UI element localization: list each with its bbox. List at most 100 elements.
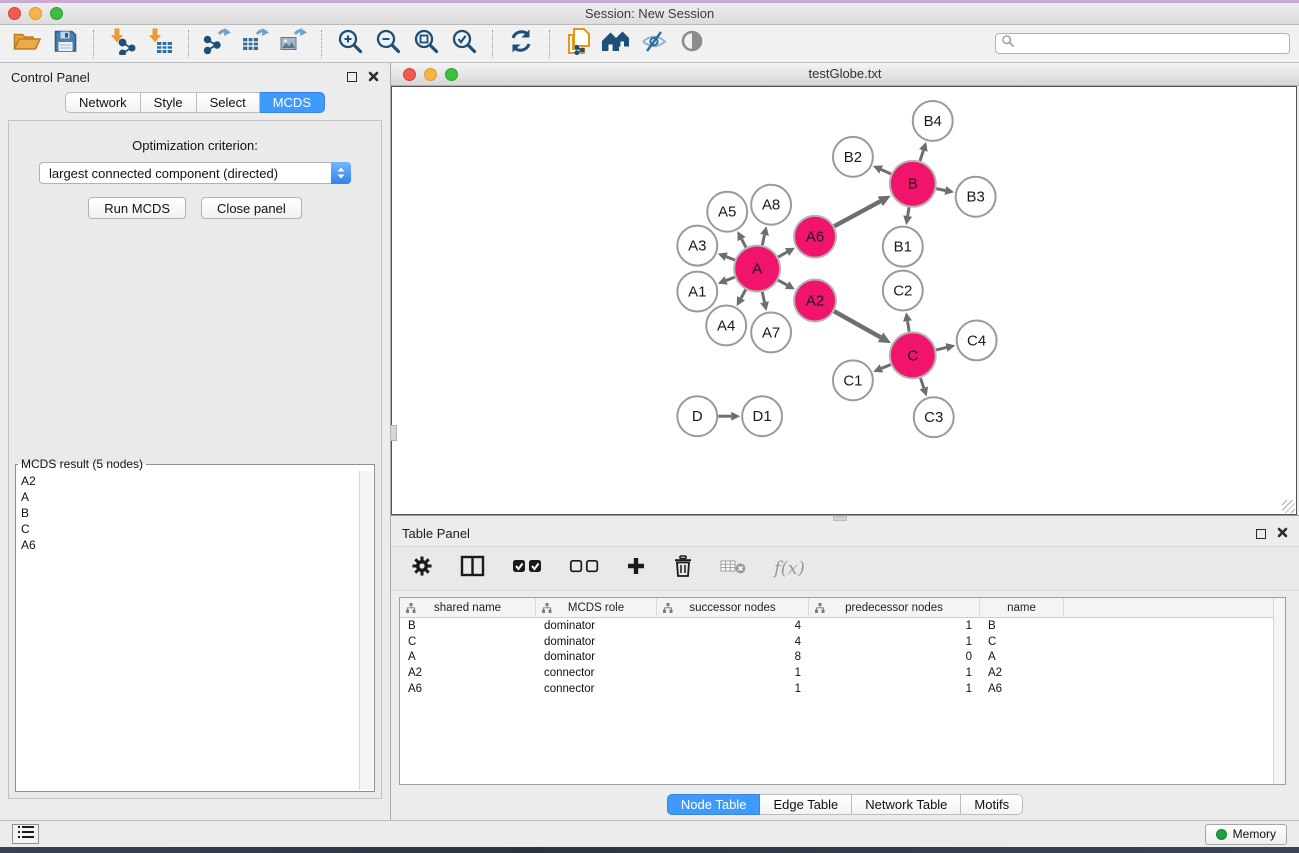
network-close-button[interactable] [403, 68, 416, 81]
table-tab-edge-table[interactable]: Edge Table [760, 794, 852, 815]
edge-B-B1[interactable] [908, 207, 909, 216]
zoom-window-button[interactable] [50, 7, 63, 20]
zoom-in-button[interactable] [331, 28, 369, 59]
edge-C-C4[interactable] [936, 347, 946, 349]
tab-select[interactable]: Select [197, 92, 260, 113]
table-row[interactable]: A2connector11A2 [400, 665, 1273, 681]
edge-A-A3[interactable] [726, 257, 735, 260]
network-zoom-button[interactable] [445, 68, 458, 81]
table-cell[interactable]: A [980, 651, 1064, 663]
unselect-all-button[interactable] [569, 558, 599, 579]
delete-row-button[interactable] [673, 555, 693, 583]
table-row[interactable]: Cdominator41C [400, 634, 1273, 650]
table-tab-motifs[interactable]: Motifs [961, 794, 1023, 815]
mcds-result-item[interactable]: A6 [21, 537, 354, 553]
edge-B-B2[interactable] [881, 170, 891, 174]
mcds-result-item[interactable]: A2 [21, 473, 354, 489]
zoom-selected-button[interactable] [445, 28, 483, 59]
table-row[interactable]: Bdominator41B [400, 618, 1273, 634]
table-cell[interactable]: 8 [657, 651, 809, 663]
close-panel-button[interactable]: Close panel [201, 197, 302, 219]
mcds-result-item[interactable]: A [21, 489, 354, 505]
table-cell[interactable]: dominator [536, 636, 657, 648]
table-cell[interactable]: A6 [980, 683, 1064, 695]
zoom-out-button[interactable] [369, 28, 407, 59]
export-network-button[interactable] [198, 28, 236, 59]
edge-A-A4[interactable] [741, 290, 746, 299]
criterion-select[interactable]: largest connected component (directed) [39, 162, 351, 184]
edge-A-A8[interactable] [762, 235, 764, 245]
import-network-button[interactable] [103, 28, 141, 59]
close-window-button[interactable] [8, 7, 21, 20]
home-network-button[interactable] [597, 28, 635, 59]
edge-C-C2[interactable] [908, 321, 910, 332]
close-panel-icon[interactable] [368, 70, 379, 85]
table-cell[interactable]: 4 [657, 636, 809, 648]
table-cell[interactable]: 1 [657, 667, 809, 679]
edge-A6-B[interactable] [834, 201, 880, 226]
edge-B-B3[interactable] [936, 189, 945, 191]
network-canvas[interactable]: B4B2BB3A8A5A6B1A3AA1C2A2A4A7C4CC1C3DD1 [391, 86, 1297, 515]
columns-button[interactable] [460, 555, 485, 582]
export-image-button[interactable] [274, 28, 312, 59]
window-resize-grip[interactable] [1282, 500, 1295, 513]
show-panels-button[interactable] [12, 824, 39, 844]
column-header-successor-nodes[interactable]: successor nodes [657, 598, 809, 617]
network-graph[interactable]: B4B2BB3A8A5A6B1A3AA1C2A2A4A7C4CC1C3DD1 [392, 87, 1296, 514]
mcds-result-item[interactable]: B [21, 505, 354, 521]
hide-details-button[interactable] [635, 28, 673, 59]
birds-eye-button[interactable] [673, 28, 711, 59]
column-header-MCDS-role[interactable]: MCDS role [536, 598, 657, 617]
column-header-name[interactable]: name [980, 598, 1064, 617]
table-cell[interactable]: 1 [809, 683, 980, 695]
table-cell[interactable]: C [400, 636, 536, 648]
table-row[interactable]: A6connector11A6 [400, 681, 1273, 697]
column-header-predecessor-nodes[interactable]: predecessor nodes [809, 598, 980, 617]
edge-A-A1[interactable] [726, 277, 735, 280]
table-row[interactable]: Adominator80A [400, 650, 1273, 666]
close-table-panel-icon[interactable] [1277, 526, 1288, 541]
mcds-result-scrollbar[interactable] [359, 471, 373, 790]
edge-C-C1[interactable] [881, 365, 890, 369]
gear-button[interactable] [411, 555, 433, 582]
edge-A-A2[interactable] [778, 280, 787, 285]
table-scrollbar[interactable] [1273, 598, 1285, 784]
minimize-window-button[interactable] [29, 7, 42, 20]
table-cell[interactable]: 4 [657, 620, 809, 632]
table-cell[interactable]: A6 [400, 683, 536, 695]
table-cell[interactable]: dominator [536, 620, 657, 632]
table-cell[interactable]: A [400, 651, 536, 663]
session-doc-button[interactable] [559, 28, 597, 59]
table-cell[interactable]: connector [536, 683, 657, 695]
tab-style[interactable]: Style [141, 92, 197, 113]
table-cell[interactable]: 1 [809, 620, 980, 632]
save-button[interactable] [46, 28, 84, 59]
refresh-button[interactable] [502, 28, 540, 59]
zoom-fit-button[interactable] [407, 28, 445, 59]
table-cell[interactable]: 1 [809, 636, 980, 648]
memory-button[interactable]: Memory [1205, 824, 1287, 845]
column-header-shared-name[interactable]: shared name [400, 598, 536, 617]
edge-A-A6[interactable] [778, 252, 787, 257]
network-minimize-button[interactable] [424, 68, 437, 81]
table-cell[interactable]: dominator [536, 651, 657, 663]
table-cell[interactable]: 1 [809, 667, 980, 679]
mcds-result-item[interactable]: C [21, 521, 354, 537]
export-table-button[interactable] [236, 28, 274, 59]
table-cell[interactable]: C [980, 636, 1064, 648]
vertical-splitter-handle[interactable] [390, 425, 397, 441]
edge-A2-C[interactable] [834, 311, 880, 337]
edge-B-B4[interactable] [920, 150, 923, 161]
search-input[interactable] [1015, 37, 1289, 51]
table-tab-node-table[interactable]: Node Table [667, 794, 761, 815]
table-cell[interactable]: 0 [809, 651, 980, 663]
table-cell[interactable]: B [400, 620, 536, 632]
open-folder-button[interactable] [8, 28, 46, 59]
add-row-button[interactable] [626, 556, 646, 581]
edge-A-A7[interactable] [762, 292, 764, 302]
import-table-button[interactable] [141, 28, 179, 59]
edge-C-C3[interactable] [920, 378, 923, 388]
tab-mcds[interactable]: MCDS [260, 92, 325, 113]
float-table-panel-icon[interactable] [1256, 529, 1266, 539]
select-all-button[interactable] [512, 558, 542, 579]
